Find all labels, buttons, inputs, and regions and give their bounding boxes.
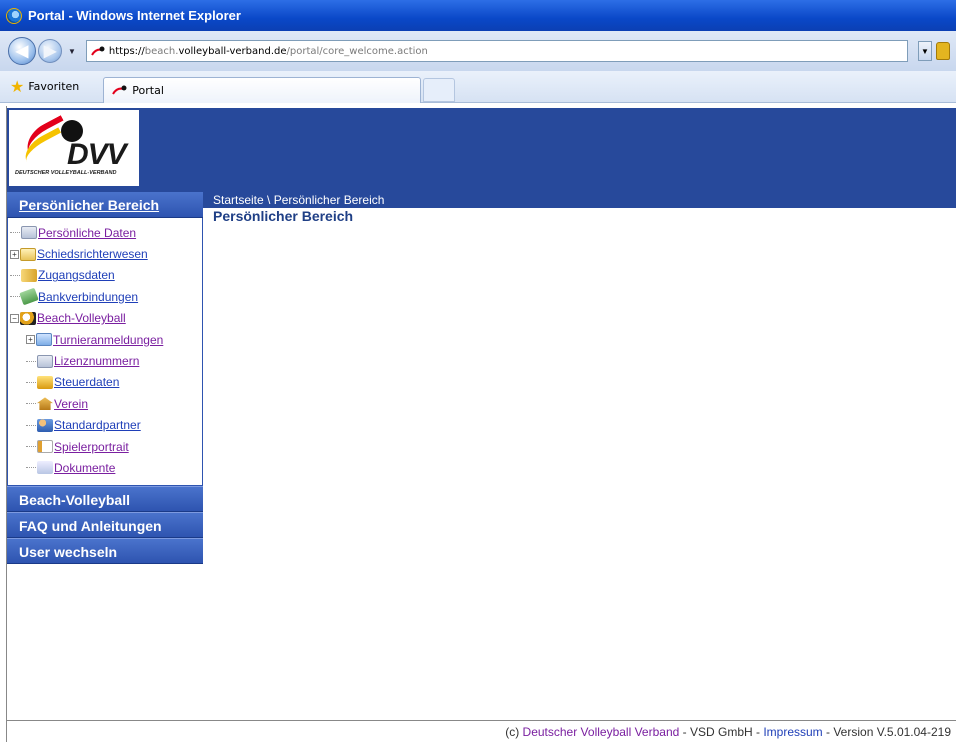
tree-link[interactable]: Persönliche Daten xyxy=(38,226,136,240)
tree-link[interactable]: Spielerportrait xyxy=(54,440,129,454)
ie-logo-icon xyxy=(6,7,22,24)
url-subdomain: beach. xyxy=(144,45,179,57)
url-scheme: https:// xyxy=(108,45,145,57)
sidebar-tree: Persönliche Daten + Schiedsrichterwesen … xyxy=(7,218,203,486)
logo-text: DVV xyxy=(67,138,127,171)
lock-icon[interactable] xyxy=(935,42,950,60)
tab-portal[interactable]: Portal xyxy=(103,76,422,103)
bank-note-icon xyxy=(19,288,39,306)
house-icon xyxy=(37,397,53,411)
tree-link[interactable]: Zugangsdaten xyxy=(38,268,115,282)
dvv-logo[interactable]: DVV DEUTSCHER VOLLEYBALL-VERBAND xyxy=(9,110,139,186)
tree-link[interactable]: Turnieranmeldungen xyxy=(53,333,163,347)
tree-link[interactable]: Dokumente xyxy=(54,461,115,475)
sidebar-section-beach-volleyball[interactable]: Beach-Volleyball xyxy=(7,486,203,512)
tab-favicon-icon xyxy=(112,85,127,95)
address-toolbar: ◀ ▶ ▼ https://beach. volleyball-verband.d… xyxy=(0,31,956,71)
footer-copyright: (c) xyxy=(505,725,523,739)
tree-item-persoenliche-daten[interactable]: Persönliche Daten xyxy=(10,222,202,243)
page-footer: (c) Deutscher Volleyball Verband - VSD G… xyxy=(7,720,956,742)
collapse-icon[interactable]: − xyxy=(10,313,19,323)
license-card-icon xyxy=(37,354,53,368)
portrait-icon xyxy=(37,440,53,454)
site-favicon-icon xyxy=(91,46,105,56)
tree-item-dokumente[interactable]: Dokumente xyxy=(10,457,202,478)
partner-icon xyxy=(37,418,53,432)
favorites-bar: ★ Favoriten Portal xyxy=(0,71,956,103)
forward-button[interactable]: ▶ xyxy=(38,39,62,63)
key-icon xyxy=(21,268,37,282)
back-button[interactable]: ◀ xyxy=(8,37,36,65)
favorites-button[interactable]: Favoriten xyxy=(28,80,79,93)
document-icon xyxy=(37,461,53,475)
tree-link[interactable]: Steuerdaten xyxy=(54,375,119,389)
tree-link[interactable]: Beach-Volleyball xyxy=(37,311,126,325)
new-tab-button[interactable] xyxy=(423,77,456,102)
address-dropdown-icon[interactable]: ▼ xyxy=(917,41,932,61)
registration-folder-icon xyxy=(36,333,52,347)
page-title: Persönlicher Bereich xyxy=(213,208,354,224)
history-dropdown-icon[interactable]: ▼ xyxy=(68,47,76,56)
sidebar: Persönlicher Bereich Persönliche Daten +… xyxy=(7,192,203,564)
tax-icon xyxy=(37,375,53,389)
logo-subtitle: DEUTSCHER VOLLEYBALL-VERBAND xyxy=(15,170,117,176)
tree-link[interactable]: Verein xyxy=(54,397,88,411)
window-title-bar: Portal - Windows Internet Explorer xyxy=(0,0,956,31)
tree-link[interactable]: Schiedsrichterwesen xyxy=(37,247,148,261)
window-title: Portal - Windows Internet Explorer xyxy=(28,8,241,23)
footer-version: - Version V.5.01.04-219 xyxy=(822,725,951,739)
tree-item-zugangsdaten[interactable]: Zugangsdaten xyxy=(10,265,202,286)
tree-item-spielerportrait[interactable]: Spielerportrait xyxy=(10,436,202,457)
tree-item-turnieranmeldungen[interactable]: + Turnieranmeldungen xyxy=(10,329,202,350)
tree-item-schiedsrichterwesen[interactable]: + Schiedsrichterwesen xyxy=(10,243,202,264)
volleyball-icon xyxy=(20,311,36,325)
footer-org-link[interactable]: Deutscher Volleyball Verband xyxy=(523,725,680,739)
expand-icon[interactable]: + xyxy=(26,335,35,345)
tree-item-bankverbindungen[interactable]: Bankverbindungen xyxy=(10,286,202,307)
tree-item-standardpartner[interactable]: Standardpartner xyxy=(10,415,202,436)
footer-impressum-link[interactable]: Impressum xyxy=(763,725,822,739)
site-header: DVV DEUTSCHER VOLLEYBALL-VERBAND xyxy=(7,108,956,192)
tab-label: Portal xyxy=(132,83,164,97)
tree-item-lizenznummern[interactable]: Lizenznummern xyxy=(10,350,202,371)
tree-item-steuerdaten[interactable]: Steuerdaten xyxy=(10,372,202,393)
folder-icon xyxy=(20,247,36,261)
expand-icon[interactable]: + xyxy=(10,249,19,259)
favorites-star-icon[interactable]: ★ xyxy=(10,77,24,97)
sidebar-section-faq[interactable]: FAQ und Anleitungen xyxy=(7,512,203,538)
sidebar-section-persoenlicher-bereich[interactable]: Persönlicher Bereich xyxy=(7,192,203,218)
url-host: volleyball-verband.de xyxy=(178,45,287,57)
url-path: /portal/core_welcome.action xyxy=(286,45,428,57)
breadcrumb: Startseite \ Persönlicher Bereich xyxy=(203,192,956,208)
tree-item-verein[interactable]: Verein xyxy=(10,393,202,414)
tree-link[interactable]: Standardpartner xyxy=(54,418,141,432)
address-input[interactable]: https://beach. volleyball-verband.de/port… xyxy=(85,40,908,62)
id-card-icon xyxy=(21,226,37,240)
page-viewport: DVV DEUTSCHER VOLLEYBALL-VERBAND Startse… xyxy=(6,106,956,742)
tree-link[interactable]: Lizenznummern xyxy=(54,354,139,368)
tree-item-beach-volleyball[interactable]: − Beach-Volleyball xyxy=(10,308,202,329)
sidebar-section-user-wechseln[interactable]: User wechseln xyxy=(7,538,203,564)
footer-company: - VSD GmbH - xyxy=(679,725,764,739)
tree-link[interactable]: Bankverbindungen xyxy=(38,290,138,304)
